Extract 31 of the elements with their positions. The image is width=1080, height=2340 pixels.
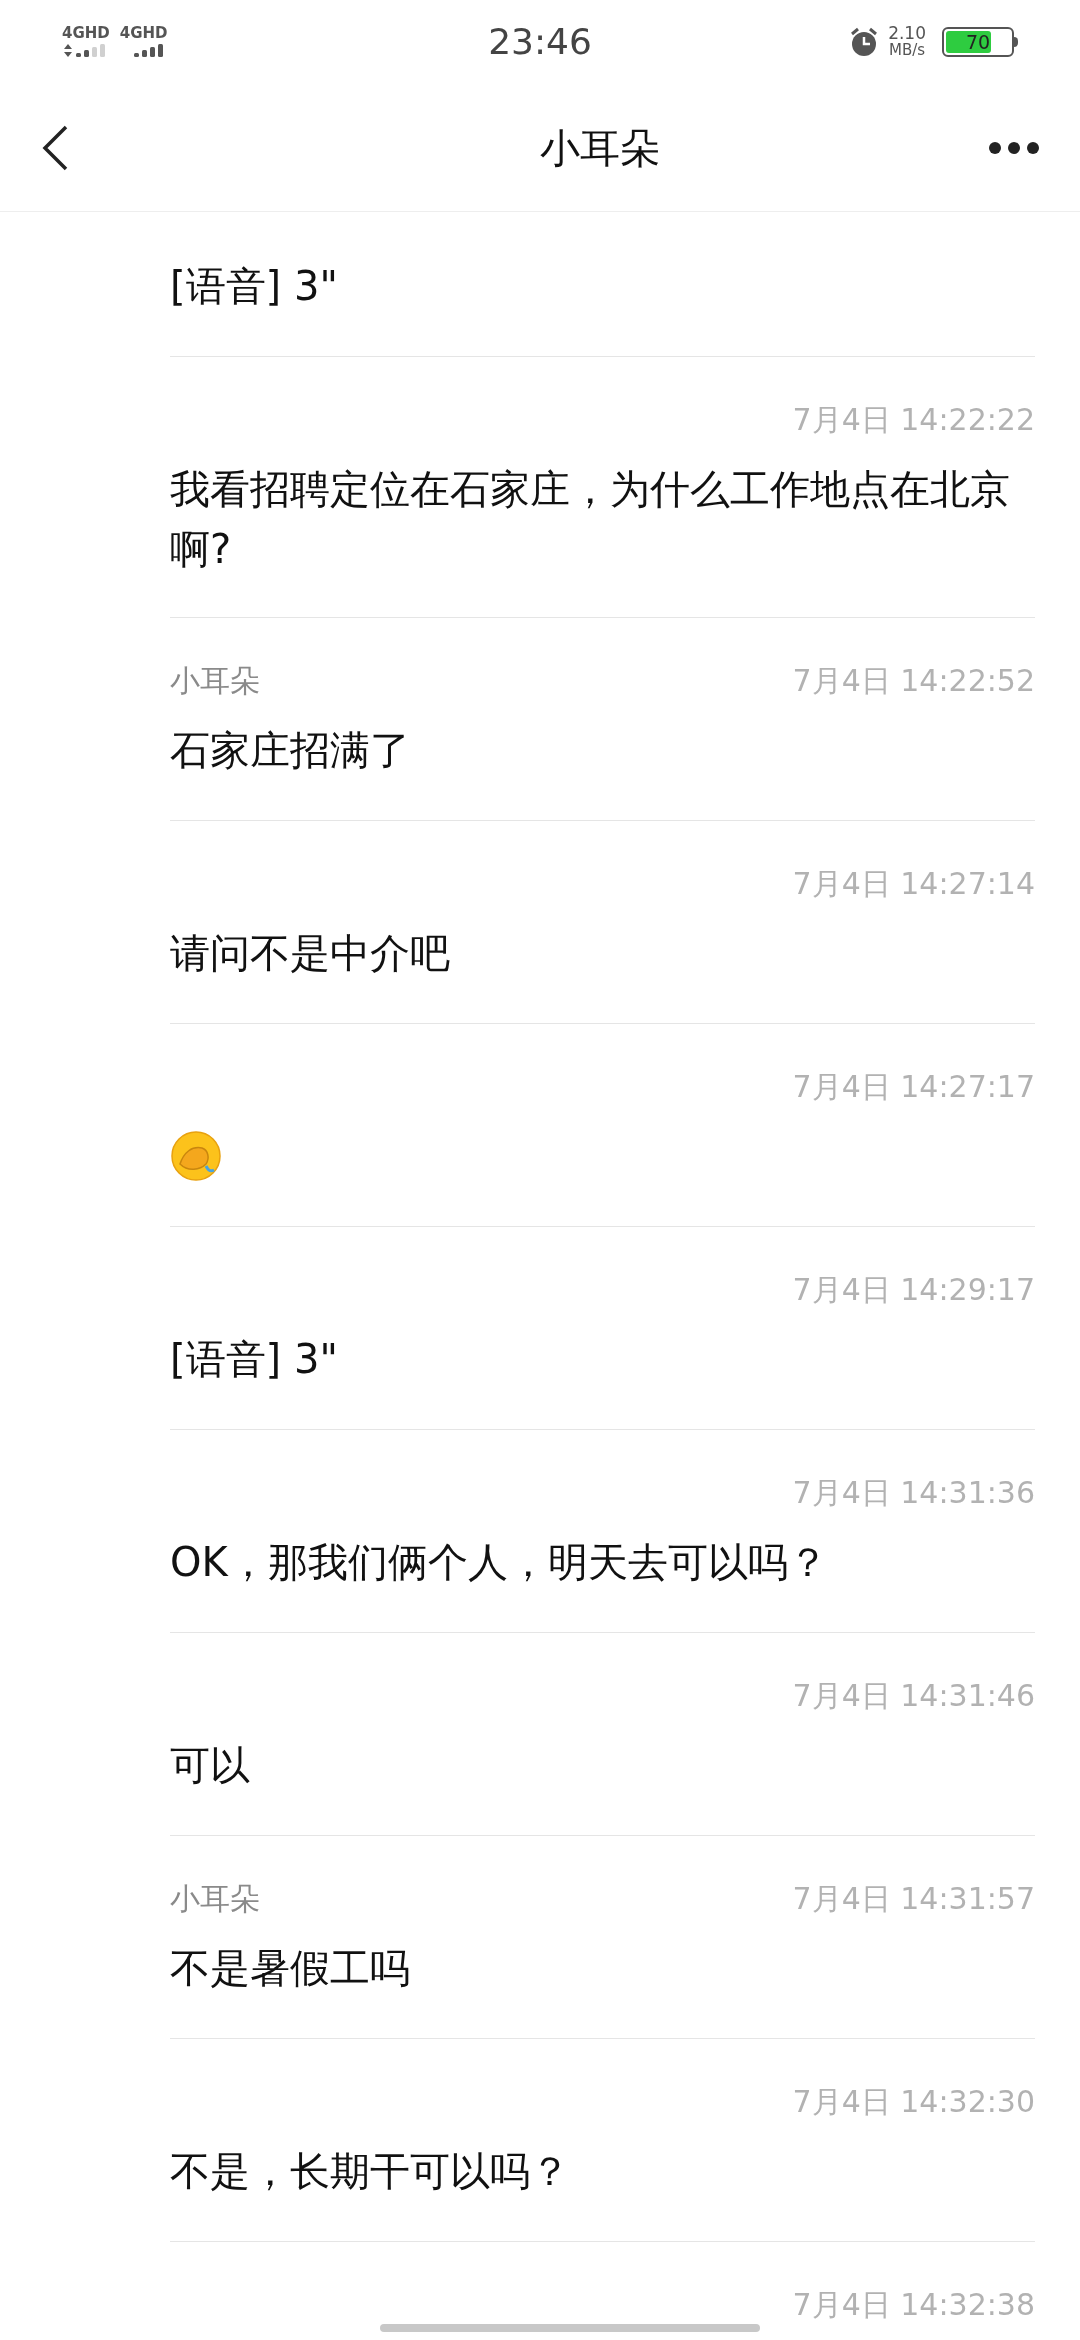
battery-level: 70	[964, 29, 992, 55]
message-time: 7月4日 14:27:17	[792, 1067, 1035, 1106]
message-time: 7月4日 14:29:17	[792, 1270, 1035, 1309]
signal-icon	[62, 41, 108, 59]
message-time: 7月4日 14:32:38	[792, 2285, 1035, 2324]
message-text: [语音] 3"	[170, 262, 338, 311]
message-text: 不是暑假工吗	[170, 1944, 410, 1993]
message-time: 7月4日 14:31:46	[792, 1676, 1035, 1715]
network-label: 4GHD	[119, 25, 168, 41]
emoji-icon	[170, 1130, 222, 1182]
chat-title: 小耳朵	[540, 123, 660, 173]
message-text: 可以	[170, 1741, 250, 1790]
message-time: 7月4日 14:32:30	[792, 2082, 1035, 2121]
message-text: OK，那我们俩个人，明天去可以吗？	[170, 1538, 828, 1587]
message-text: 请问不是中介吧	[170, 929, 450, 978]
message-text: 我看招聘定位在石家庄，为什么工作地点在北京啊?	[170, 465, 1011, 574]
message-text: 石家庄招满了	[170, 726, 410, 775]
message-time: 7月4日 14:31:36	[792, 1473, 1035, 1512]
speed-unit: MB/s	[889, 42, 926, 59]
message-text: [语音] 3"	[170, 1335, 338, 1384]
message-time: 7月4日 14:27:14	[792, 864, 1035, 903]
more-icon[interactable]	[988, 140, 1040, 155]
sender-name: 小耳朵	[170, 1879, 260, 1918]
message-time: 7月4日 14:22:22	[792, 400, 1035, 439]
message-time: 7月4日 14:22:52	[792, 661, 1035, 700]
speed-value: 2.10	[888, 25, 926, 42]
message-text: 不是，长期干可以吗？	[170, 2147, 570, 2196]
network-label: 4GHD	[62, 25, 110, 41]
message-time: 7月4日 14:31:57	[792, 1879, 1035, 1918]
sender-name: 小耳朵	[170, 661, 260, 700]
clock-time: 23:46	[488, 20, 592, 64]
